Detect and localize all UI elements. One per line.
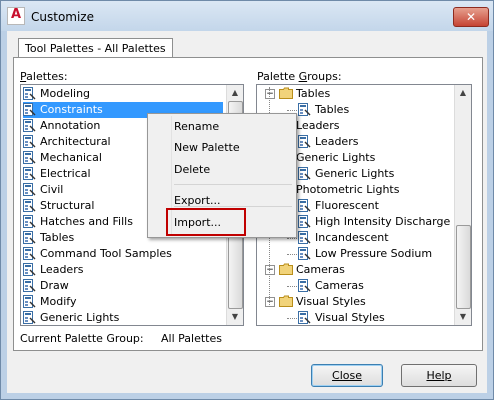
palettes-label: Palettes: xyxy=(20,70,68,83)
close-button[interactable]: Close xyxy=(311,364,383,387)
tool-palette-icon xyxy=(298,279,311,293)
tree-node-label: Visual Styles xyxy=(296,295,366,308)
tree-node-label: Low Pressure Sodium xyxy=(315,247,433,260)
tool-palette-icon xyxy=(23,295,36,309)
tree-connector xyxy=(287,238,297,239)
palette-item-label: Architectural xyxy=(40,135,111,148)
palette-item-label: Tables xyxy=(40,231,75,244)
window-close-button[interactable]: ✕ xyxy=(453,7,489,27)
tree-connector xyxy=(287,110,297,111)
tree-node-label: Generic Lights xyxy=(296,151,376,164)
tree-node-label: Leaders xyxy=(315,135,359,148)
menu-item-rename[interactable]: Rename xyxy=(174,117,219,137)
current-group-value: All Palettes xyxy=(161,332,222,345)
help-button[interactable]: Help xyxy=(401,364,477,387)
tool-palette-icon xyxy=(23,87,36,101)
tree-node-label: Fluorescent xyxy=(315,199,379,212)
tool-palette-icon xyxy=(23,183,36,197)
palette-item-label: Generic Lights xyxy=(40,311,120,324)
tool-palette-icon xyxy=(298,247,311,261)
tool-palette-icon xyxy=(23,119,36,133)
tool-palette-icon xyxy=(23,215,36,229)
tool-palette-icon xyxy=(23,263,36,277)
scroll-up-arrow-icon[interactable]: ▲ xyxy=(227,85,243,101)
tree-collapse-icon[interactable]: − xyxy=(265,297,275,307)
scroll-thumb[interactable] xyxy=(456,225,471,309)
tree-connector xyxy=(287,286,297,287)
folder-icon xyxy=(279,295,293,309)
tool-palette-icon xyxy=(298,215,311,229)
tool-palette-icon xyxy=(23,199,36,213)
tree-collapse-icon[interactable]: − xyxy=(265,265,275,275)
palette-item-label: Electrical xyxy=(40,167,91,180)
tool-palette-icon xyxy=(298,231,311,245)
palette-item-label: Structural xyxy=(40,199,95,212)
window-title: Customize xyxy=(31,10,94,24)
tool-palette-icon xyxy=(23,247,36,261)
palette-item-label: Draw xyxy=(40,279,69,292)
folder-icon xyxy=(279,87,293,101)
scroll-down-arrow-icon[interactable]: ▼ xyxy=(227,309,243,325)
tree-collapse-icon[interactable]: − xyxy=(265,89,275,99)
tool-palette-icon xyxy=(298,199,311,213)
palette-item-label: Hatches and Fills xyxy=(40,215,133,228)
palette-item-label: Constraints xyxy=(40,103,103,116)
tree-node-label: Cameras xyxy=(296,263,345,276)
palette-list-item[interactable]: Draw xyxy=(23,278,223,294)
palette-list-item[interactable]: Leaders xyxy=(23,262,223,278)
scroll-up-arrow-icon[interactable]: ▲ xyxy=(455,85,471,101)
menu-item-delete[interactable]: Delete xyxy=(174,160,210,180)
tool-palette-icon xyxy=(23,103,36,117)
tool-palette-icon xyxy=(298,311,311,325)
tree-connector xyxy=(287,254,297,255)
groups-scrollbar[interactable]: ▲ ▼ xyxy=(454,85,471,325)
tree-node-label: Cameras xyxy=(315,279,364,292)
palette-item-label: Annotation xyxy=(40,119,101,132)
palette-item-label: Modeling xyxy=(40,87,91,100)
scroll-down-arrow-icon[interactable]: ▼ xyxy=(455,309,471,325)
tool-palette-icon xyxy=(298,135,311,149)
import-highlight-box xyxy=(166,208,246,236)
menu-separator xyxy=(174,206,292,207)
menu-item-new-palette[interactable]: New Palette xyxy=(174,138,240,158)
title-bar[interactable]: A Customize ✕ xyxy=(1,1,493,31)
palette-item-label: Modify xyxy=(40,295,77,308)
tree-node-label: Tables xyxy=(296,87,331,100)
tool-palette-icon xyxy=(298,103,311,117)
tree-node-label: Incandescent xyxy=(315,231,389,244)
tab-tool-palettes[interactable]: Tool Palettes - All Palettes xyxy=(18,38,173,58)
palette-list-item[interactable]: Modeling xyxy=(23,86,223,102)
palette-item-label: Leaders xyxy=(40,263,84,276)
tool-palette-icon xyxy=(23,231,36,245)
tree-node-label: Leaders xyxy=(296,119,340,132)
tree-connector xyxy=(287,318,297,319)
tool-palette-icon xyxy=(23,135,36,149)
palette-item-label: Mechanical xyxy=(40,151,102,164)
menu-separator xyxy=(174,184,292,185)
autocad-logo-icon: A xyxy=(7,7,25,25)
tool-palette-icon xyxy=(23,151,36,165)
palette-list-item[interactable]: Generic Lights xyxy=(23,310,223,325)
tree-node-label: Photometric Lights xyxy=(296,183,400,196)
tool-palette-icon xyxy=(298,167,311,181)
tool-palette-icon xyxy=(23,279,36,293)
customize-dialog: A Customize ✕ Tool Palettes - All Palett… xyxy=(0,0,494,400)
tree-node-label: Tables xyxy=(315,103,350,116)
palette-list-item[interactable]: Command Tool Samples xyxy=(23,246,223,262)
tool-palette-icon xyxy=(23,311,36,325)
tree-node-label: Visual Styles xyxy=(315,311,385,324)
palette-list-item[interactable]: Modify xyxy=(23,294,223,310)
tree-node-label: High Intensity Discharge xyxy=(315,215,451,228)
palette-groups-label: Palette Groups: xyxy=(257,70,342,83)
tool-palette-icon xyxy=(23,167,36,181)
folder-icon xyxy=(279,263,293,277)
tree-node-label: Generic Lights xyxy=(315,167,395,180)
palette-item-label: Civil xyxy=(40,183,64,196)
palette-item-label: Command Tool Samples xyxy=(40,247,172,260)
current-group-label: Current Palette Group: xyxy=(20,332,144,345)
